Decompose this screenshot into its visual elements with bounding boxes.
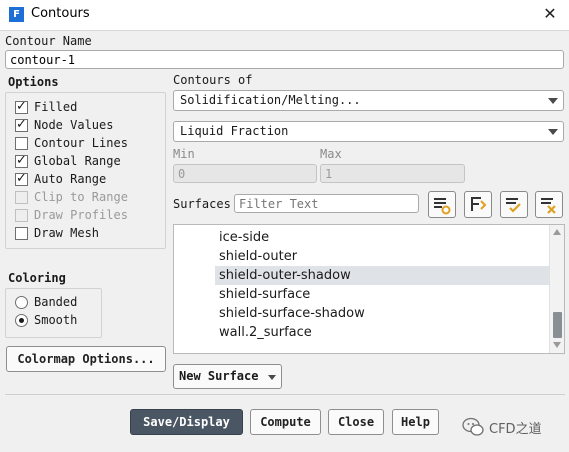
chevron-down-icon <box>548 129 558 135</box>
new-surface-label: New Surface <box>179 369 259 383</box>
filled-checkbox[interactable]: Filled <box>15 99 77 115</box>
draw-mesh-checkbox[interactable]: Draw Mesh <box>15 225 99 241</box>
checkbox-label: Filled <box>34 100 78 114</box>
checkbox-label: Contour Lines <box>34 136 128 150</box>
list-item[interactable]: shield-surface-shadow <box>215 304 551 323</box>
radio-circle[interactable] <box>15 313 28 327</box>
scrollbar-thumb[interactable] <box>553 312 562 338</box>
auto-range-checkbox[interactable]: Auto Range <box>15 171 106 187</box>
checkbox-box[interactable] <box>15 136 28 150</box>
dialog-body: Contour Name Options Filled Node Values … <box>0 30 569 452</box>
options-group: Filled Node Values Contour Lines Global … <box>5 92 166 249</box>
coloring-group: Banded Smooth <box>5 288 102 338</box>
checkbox-label: Auto Range <box>34 172 107 186</box>
checkbox-label: Draw Mesh <box>34 226 100 240</box>
checkbox-box <box>15 208 28 222</box>
smooth-radio[interactable]: Smooth <box>15 312 77 328</box>
check-all-icon <box>506 198 521 213</box>
radio-circle[interactable] <box>15 295 28 309</box>
close-button[interactable]: Close <box>328 409 384 435</box>
contour-lines-checkbox[interactable]: Contour Lines <box>15 135 128 151</box>
list-item[interactable]: shield-surface <box>215 285 551 304</box>
min-field <box>173 164 317 183</box>
save-display-button[interactable]: Save/Display <box>130 409 243 435</box>
clip-to-range-checkbox: Clip to Range <box>15 189 128 205</box>
options-label: Options <box>8 75 59 89</box>
dropdown-value: Liquid Fraction <box>180 124 289 138</box>
colormap-options-button[interactable]: Colormap Options... <box>6 346 166 372</box>
deselect-all-button[interactable] <box>535 191 563 218</box>
list-item[interactable]: shield-outer <box>215 247 551 266</box>
checkbox-label: Node Values <box>34 118 114 132</box>
chevron-down-icon <box>268 375 276 380</box>
chevron-down-icon <box>548 98 558 104</box>
surfaces-label: Surfaces <box>173 197 231 211</box>
checkbox-label: Clip to Range <box>34 190 128 204</box>
list-item[interactable]: ice-side <box>215 228 551 247</box>
list-item[interactable]: wall.2_surface <box>215 323 551 342</box>
dropdown-value: Solidification/Melting... <box>180 93 361 107</box>
title-bar: F Contours ✕ <box>0 0 569 30</box>
scroll-to-selected-icon <box>471 197 487 211</box>
window-title: Contours <box>31 6 90 21</box>
banded-radio[interactable]: Banded <box>15 294 77 310</box>
contour-name-input[interactable] <box>5 50 564 69</box>
radio-label: Smooth <box>34 313 78 327</box>
surfaces-list[interactable]: ice-side shield-outer shield-outer-shado… <box>173 224 565 354</box>
contours-quantity-dropdown[interactable]: Liquid Fraction <box>173 121 564 142</box>
footer-divider <box>5 394 565 395</box>
scroll-to-selected-button[interactable] <box>464 191 492 218</box>
checkbox-label: Draw Profiles <box>34 208 128 222</box>
select-all-icon <box>434 198 451 215</box>
watermark-text: CFD之道 <box>489 421 542 437</box>
scroll-up-icon[interactable] <box>553 229 561 235</box>
wechat-icon <box>462 417 484 436</box>
node-values-checkbox[interactable]: Node Values <box>15 117 113 133</box>
radio-label: Banded <box>34 295 78 309</box>
scroll-down-icon[interactable] <box>553 342 561 348</box>
select-all-button[interactable] <box>428 191 456 218</box>
list-item-selected[interactable]: shield-outer-shadow <box>215 266 551 285</box>
fluent-app-icon: F <box>9 7 24 22</box>
checkbox-box[interactable] <box>15 117 28 132</box>
close-icon[interactable]: ✕ <box>539 3 561 25</box>
min-label: Min <box>173 147 195 161</box>
checkbox-box[interactable] <box>15 99 28 114</box>
contours-of-label: Contours of <box>173 73 253 87</box>
draw-profiles-checkbox: Draw Profiles <box>15 207 128 223</box>
checkbox-box <box>15 190 28 204</box>
list-scrollbar[interactable] <box>549 225 564 353</box>
compute-button[interactable]: Compute <box>250 409 321 435</box>
checkbox-box[interactable] <box>15 153 28 168</box>
watermark: CFD之道 <box>462 417 542 437</box>
deselect-all-icon <box>541 198 556 214</box>
surfaces-filter-input[interactable] <box>234 194 419 213</box>
help-button[interactable]: Help <box>392 409 439 435</box>
max-field <box>320 164 465 183</box>
contour-name-label: Contour Name <box>5 34 92 48</box>
contours-category-dropdown[interactable]: Solidification/Melting... <box>173 90 564 111</box>
global-range-checkbox[interactable]: Global Range <box>15 153 121 169</box>
coloring-label: Coloring <box>8 271 66 285</box>
new-surface-button[interactable]: New Surface <box>173 364 282 389</box>
check-all-button[interactable] <box>500 191 528 218</box>
checkbox-box[interactable] <box>15 171 28 186</box>
checkbox-label: Global Range <box>34 154 121 168</box>
checkbox-box[interactable] <box>15 226 28 240</box>
max-label: Max <box>320 147 342 161</box>
